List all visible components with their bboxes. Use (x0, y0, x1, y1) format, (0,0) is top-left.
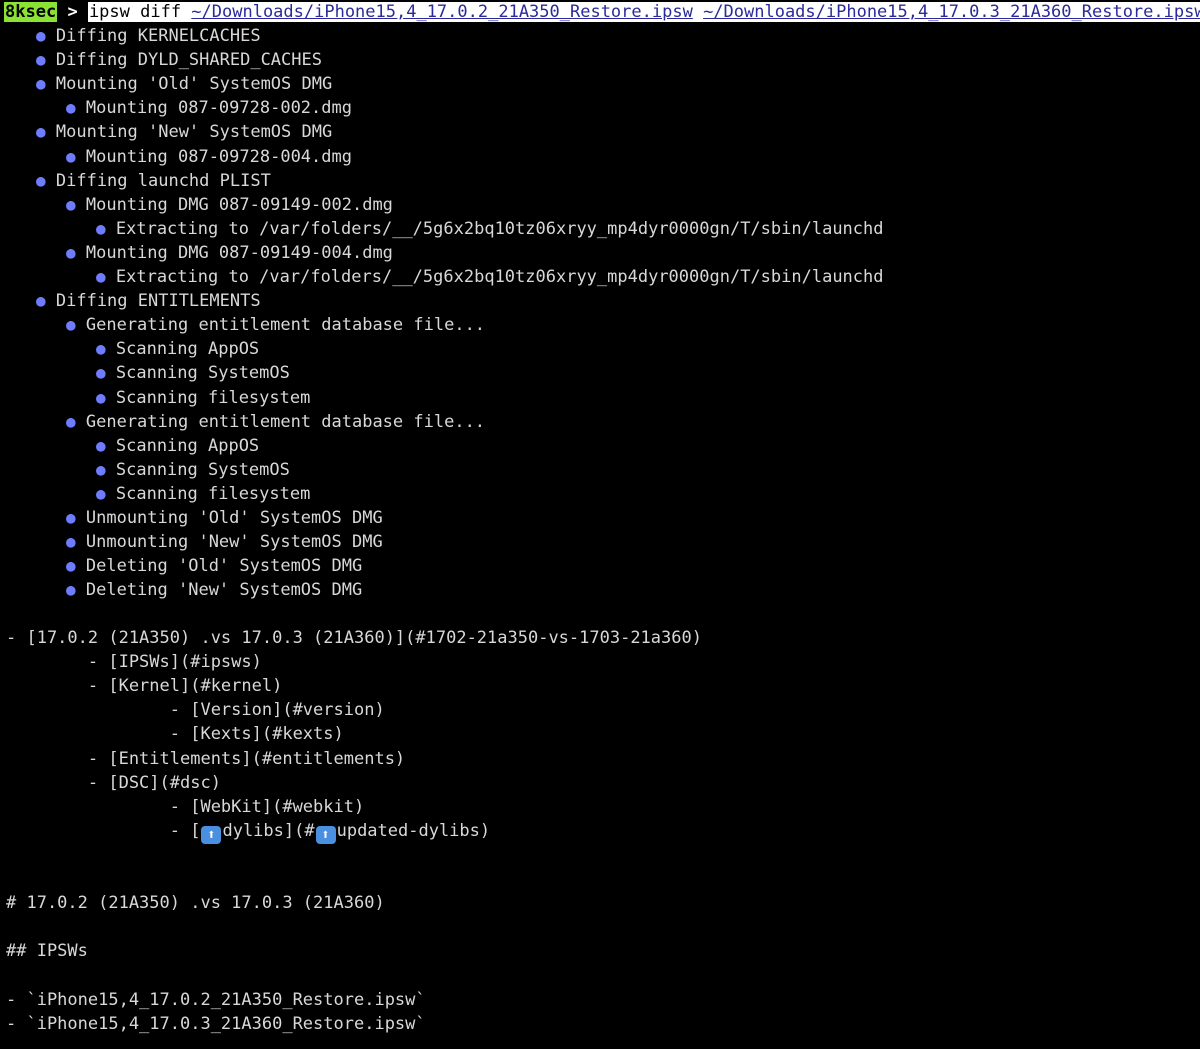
log-line: ● Unmounting 'New' SystemOS DMG (66, 530, 383, 554)
log-line: ● Deleting 'New' SystemOS DMG (66, 578, 362, 602)
bullet-icon: ● (66, 411, 76, 431)
toc-dylibs-suffix: updated-dylibs) (336, 820, 491, 841)
bullet-icon: ● (36, 122, 46, 142)
toc-line: - [Version](#version) (6, 700, 385, 721)
log-line: ● Mounting DMG 087-09149-002.dmg (66, 193, 393, 217)
log-text: Scanning AppOS (105, 339, 260, 360)
up-arrow-icon: ⬆ (201, 825, 222, 844)
log-line: ● Diffing DYLD_SHARED_CACHES (36, 48, 322, 72)
markdown-heading-1: # 17.0.2 (21A350) .vs 17.0.3 (21A360) (6, 893, 385, 913)
bullet-icon: ● (96, 459, 106, 479)
log-text: Diffing ENTITLEMENTS (45, 291, 261, 312)
command-name: ipsw diff (88, 2, 192, 22)
log-text: Mounting 087-09728-002.dmg (75, 98, 352, 119)
log-text: Scanning filesystem (105, 387, 311, 408)
toc-line: - [IPSWs](#ipsws) (6, 652, 262, 673)
log-text: Extracting to /var/folders/__/5g6x2bq10t… (105, 267, 884, 287)
log-line: ● Scanning SystemOS (96, 458, 290, 482)
up-arrow-icon: ⬆ (315, 825, 336, 844)
bullet-icon: ● (66, 242, 76, 262)
bullet-icon: ● (66, 580, 76, 600)
bullet-icon: ● (36, 26, 46, 45)
log-line: ● Scanning filesystem (96, 482, 310, 506)
log-text: Diffing DYLD_SHARED_CACHES (45, 50, 322, 71)
terminal-window[interactable]: 8ksec > ipsw diff ~/Downloads/iPhone15,4… (0, 0, 1200, 1049)
log-line: ● Mounting 'New' SystemOS DMG (36, 120, 332, 144)
command-text[interactable]: ipsw diff ~/Downloads/iPhone15,4_17.0.2_… (87, 2, 1200, 22)
log-line: ● Mounting DMG 087-09149-004.dmg (66, 241, 393, 265)
log-text: Mounting DMG 087-09149-002.dmg (75, 194, 393, 215)
bullet-icon: ● (96, 218, 106, 238)
log-text: Scanning AppOS (105, 435, 260, 456)
log-text: Generating entitlement database file... (75, 315, 486, 336)
log-line: ● Generating entitlement database file..… (66, 410, 485, 434)
log-text: Mounting 087-09728-004.dmg (75, 146, 352, 167)
bullet-icon: ● (96, 387, 106, 407)
bullet-icon: ● (66, 146, 76, 166)
log-text: Deleting 'New' SystemOS DMG (75, 580, 363, 601)
bullet-icon: ● (66, 508, 76, 527)
toc-line: - [Entitlements](#entitlements) (6, 748, 406, 769)
log-line: ● Diffing ENTITLEMENTS (36, 289, 261, 313)
prompt-arrow: > (67, 2, 78, 22)
arg-old-ipsw: ~/Downloads/iPhone15,4_17.0.2_21A350_Res… (191, 2, 693, 22)
toc-dylibs-mid: dylibs](# (222, 820, 315, 841)
bullet-icon: ● (66, 556, 76, 576)
log-text: Unmounting 'Old' SystemOS DMG (75, 508, 383, 528)
log-line: ● Extracting to /var/folders/__/5g6x2bq1… (96, 217, 884, 241)
log-text: Scanning SystemOS (105, 459, 290, 480)
log-text: Mounting 'New' SystemOS DMG (45, 122, 333, 143)
toc-line: - [DSC](#dsc) (6, 772, 221, 793)
log-text: Extracting to /var/folders/__/5g6x2bq10t… (105, 218, 884, 239)
markdown-heading-2: ## IPSWs (6, 941, 88, 961)
log-line: ● Unmounting 'Old' SystemOS DMG (66, 506, 383, 530)
log-line: ● Scanning filesystem (96, 386, 310, 410)
toc-line: - [17.0.2 (21A350) .vs 17.0.3 (21A360)](… (6, 628, 702, 648)
prompt-host: 8ksec (4, 2, 58, 22)
log-line: ● Scanning SystemOS (96, 361, 290, 385)
log-text: Unmounting 'New' SystemOS DMG (75, 532, 383, 553)
log-text: Scanning SystemOS (105, 363, 290, 384)
toc-line-dylibs: - [⬆ dylibs](# ⬆ updated-dylibs) (6, 819, 491, 844)
ipsw-list-item: - `iPhone15,4_17.0.2_21A350_Restore.ipsw… (6, 990, 426, 1010)
bullet-icon: ● (66, 532, 76, 552)
bullet-icon: ● (66, 315, 76, 335)
log-text: Diffing KERNELCACHES (45, 26, 261, 46)
bullet-icon: ● (36, 50, 46, 70)
toc-line: - [WebKit](#webkit) (6, 796, 365, 817)
log-text: Mounting 'Old' SystemOS DMG (45, 74, 333, 95)
log-line: ● Scanning AppOS (96, 337, 259, 361)
log-line: ● Extracting to /var/folders/__/5g6x2bq1… (96, 265, 884, 289)
prompt-line[interactable]: 8ksec > ipsw diff ~/Downloads/iPhone15,4… (4, 0, 1200, 24)
log-text: Deleting 'Old' SystemOS DMG (75, 556, 363, 577)
bullet-icon: ● (36, 170, 46, 190)
bullet-icon: ● (96, 363, 106, 383)
toc-dylibs-prefix: - [ (6, 820, 201, 841)
log-text: Mounting DMG 087-09149-004.dmg (75, 242, 393, 263)
bullet-icon: ● (36, 291, 46, 311)
log-line: ● Generating entitlement database file..… (66, 313, 485, 337)
bullet-icon: ● (96, 267, 106, 286)
log-text: Diffing launchd PLIST (45, 170, 271, 191)
log-line: ● Diffing launchd PLIST (36, 169, 271, 193)
bullet-icon: ● (36, 74, 46, 94)
arg-new-ipsw: ~/Downloads/iPhone15,4_17.0.3_21A360_Res… (703, 2, 1200, 22)
log-line: ● Deleting 'Old' SystemOS DMG (66, 554, 362, 578)
log-text: Scanning filesystem (105, 483, 311, 504)
bullet-icon: ● (96, 339, 106, 359)
log-text: Generating entitlement database file... (75, 411, 486, 432)
log-line: ● Diffing KERNELCACHES (36, 24, 261, 48)
log-line: ● Scanning AppOS (96, 434, 259, 458)
toc-line: - [Kexts](#kexts) (6, 724, 344, 745)
bullet-icon: ● (66, 98, 76, 118)
log-line: ● Mounting 'Old' SystemOS DMG (36, 72, 332, 96)
bullet-icon: ● (66, 194, 76, 214)
bullet-icon: ● (96, 483, 106, 503)
ipsw-list-item: - `iPhone15,4_17.0.3_21A360_Restore.ipsw… (6, 1014, 426, 1035)
bullet-icon: ● (96, 435, 106, 455)
toc-line: - [Kernel](#kernel) (6, 676, 283, 697)
log-line: ● Mounting 087-09728-002.dmg (66, 96, 352, 120)
log-line: ● Mounting 087-09728-004.dmg (66, 145, 352, 169)
